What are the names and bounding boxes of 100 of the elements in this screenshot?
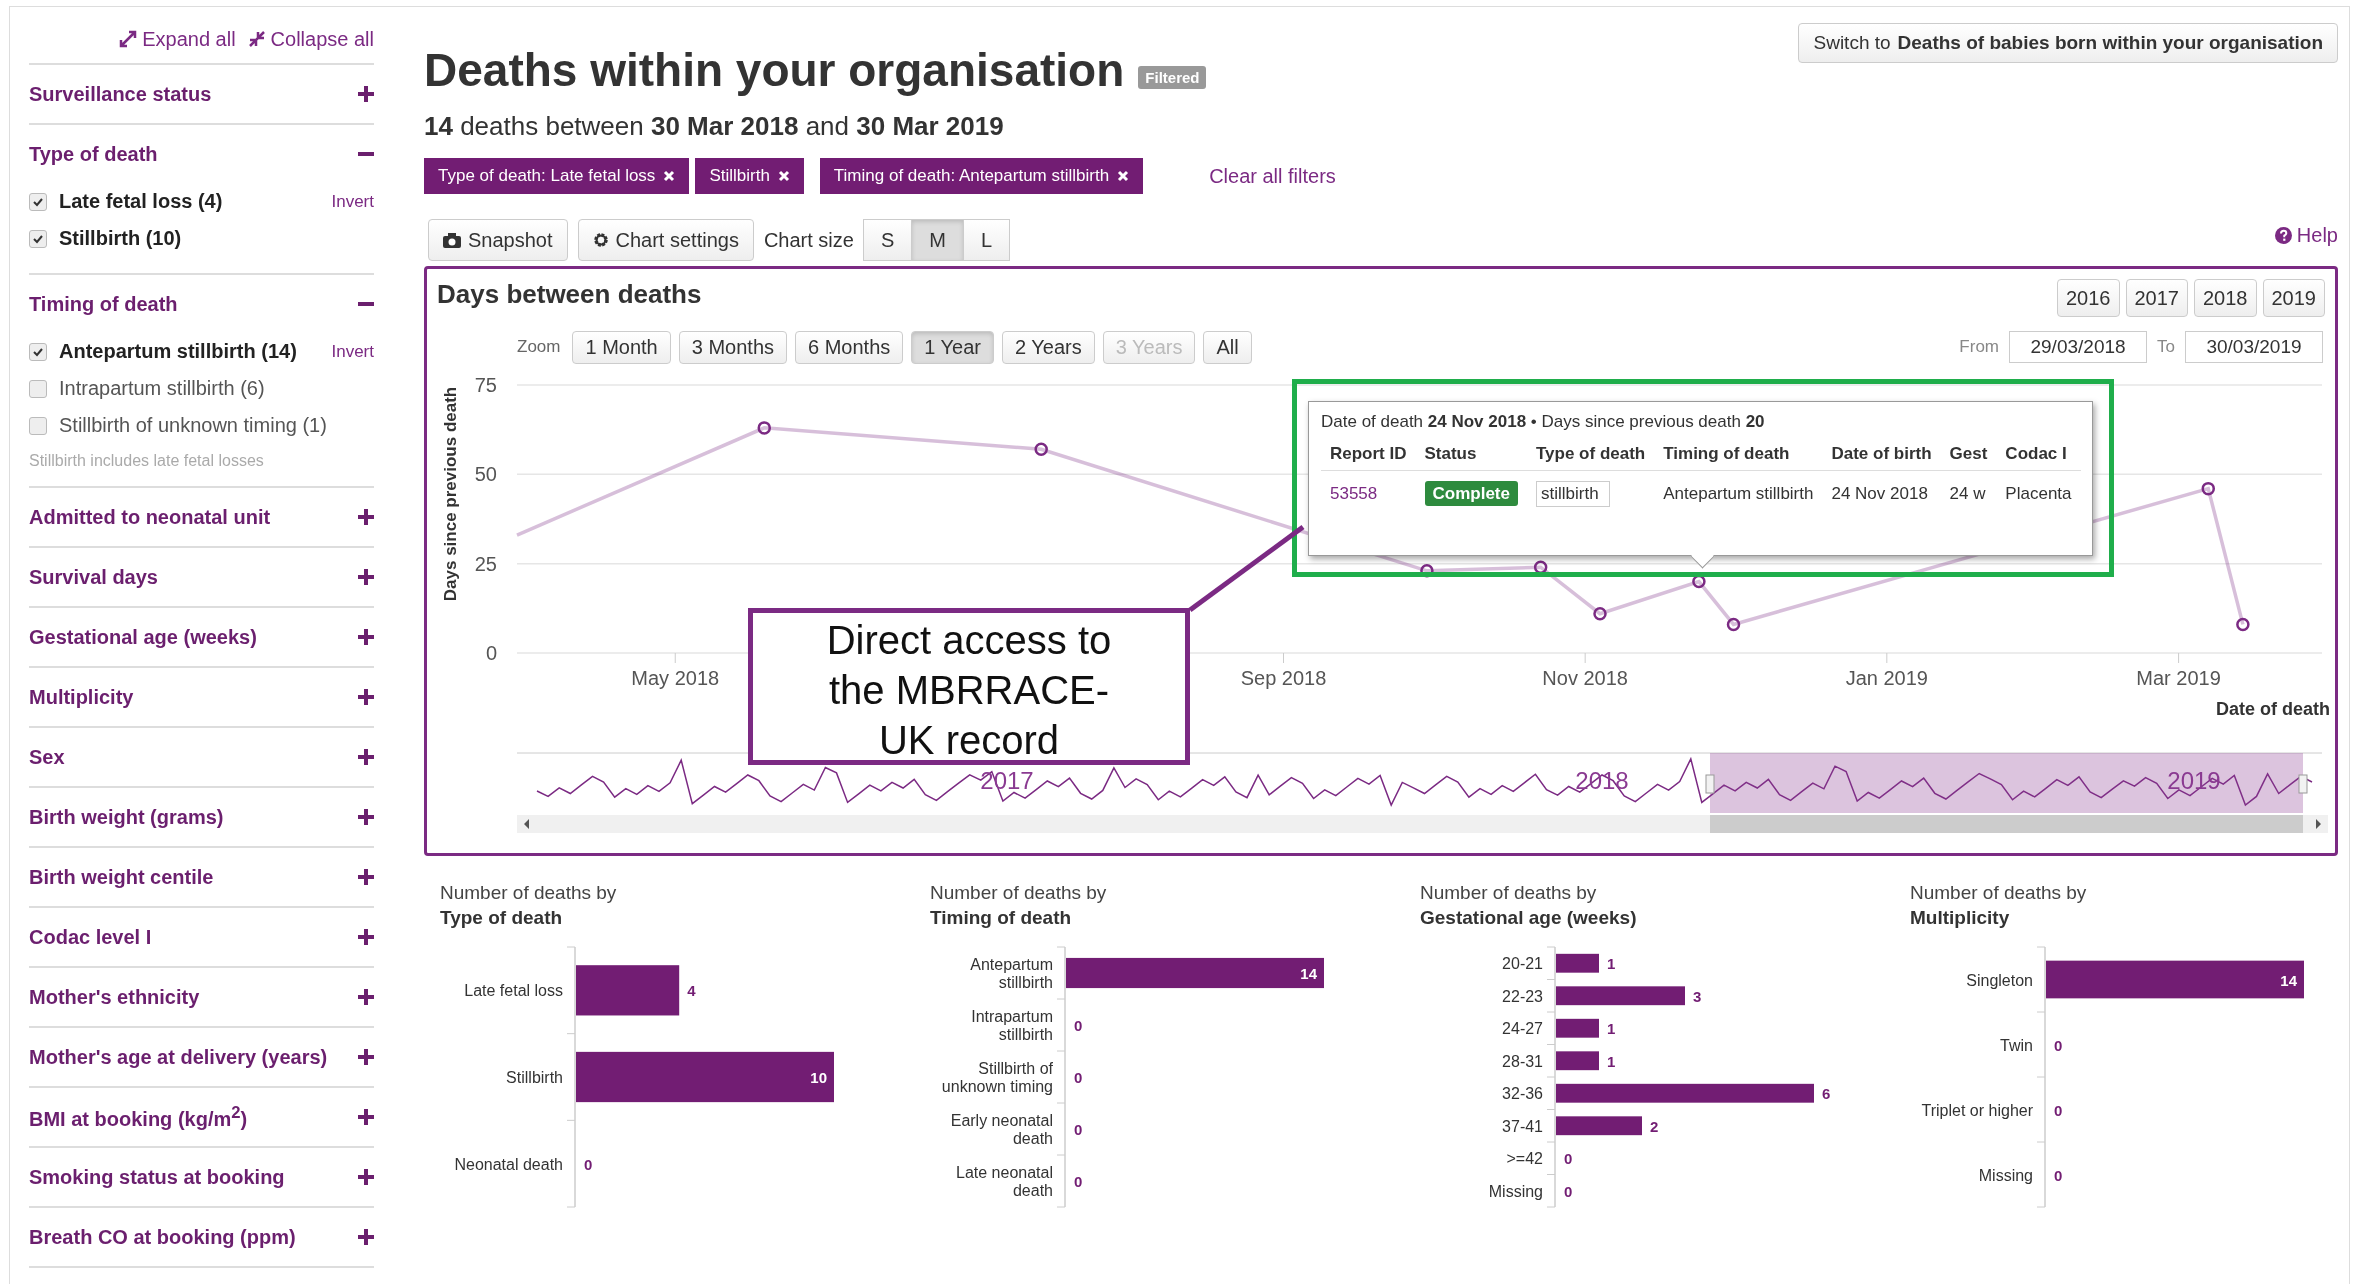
filter-section-title[interactable]: BMI at booking (kg/m$^{2}$) xyxy=(29,1103,248,1131)
category-label: Stillbirth xyxy=(506,1069,563,1086)
expand-arrows-icon xyxy=(119,30,138,48)
invert-link[interactable]: Invert xyxy=(331,191,374,212)
scrollbar[interactable] xyxy=(517,815,2328,833)
filter-chip[interactable]: Timing of death: Antepartum stillbirth xyxy=(819,158,1144,194)
checkbox[interactable] xyxy=(29,379,47,398)
data-point[interactable] xyxy=(1593,606,1607,621)
chart-title: Number of deaths by xyxy=(1910,882,2088,904)
category-label: Missing xyxy=(1488,1182,1543,1200)
camera-icon xyxy=(443,232,461,248)
column-header: Codac I xyxy=(1996,440,2081,471)
zoom-button[interactable]: 6 Months xyxy=(795,330,904,364)
range-handle[interactable] xyxy=(1705,774,1715,794)
plus-icon[interactable] xyxy=(358,1049,374,1065)
help-link[interactable]: Help xyxy=(2274,223,2338,247)
snapshot-button[interactable]: Snapshot xyxy=(428,219,568,261)
category-label: Missing xyxy=(1978,1166,2033,1184)
clear-filters-link[interactable]: Clear all filters xyxy=(1209,164,1336,188)
plus-icon[interactable] xyxy=(358,1229,374,1245)
filter-chip[interactable]: Type of death: Late fetal loss xyxy=(424,158,690,194)
plus-icon[interactable] xyxy=(358,869,374,885)
category-label: Late neonatal death xyxy=(956,1164,1053,1199)
value-label: 0 xyxy=(1074,1173,1083,1190)
x-axis-title: Date of death xyxy=(2216,699,2330,719)
to-date-field[interactable]: 30/03/2019 xyxy=(2185,331,2323,363)
plus-icon[interactable] xyxy=(358,86,374,102)
filter-section-title[interactable]: Birth weight centile xyxy=(29,865,214,889)
from-date-field[interactable]: 29/03/2018 xyxy=(2009,331,2148,363)
y-axis-tick-label: 50 xyxy=(474,463,497,486)
report-id-link[interactable]: 53558 xyxy=(1330,484,1378,503)
bar xyxy=(1556,1051,1599,1071)
filter-section-title[interactable]: Sex xyxy=(29,745,65,769)
data-point[interactable] xyxy=(2236,617,2250,632)
zoom-button[interactable]: 1 Month xyxy=(572,330,671,364)
plus-icon[interactable] xyxy=(358,689,374,705)
checkbox[interactable] xyxy=(29,342,47,361)
plus-icon[interactable] xyxy=(358,989,374,1005)
chart-settings-button[interactable]: Chart settings xyxy=(577,219,754,261)
chart-subtitle: Multiplicity xyxy=(1910,907,2011,929)
filter-section-title[interactable]: Admitted to neonatal unit xyxy=(29,505,271,529)
filter-chip[interactable]: Stillbirth xyxy=(695,158,804,194)
plus-icon[interactable] xyxy=(358,809,374,825)
filter-section-title[interactable]: Mother's ethnicity xyxy=(29,985,200,1009)
data-point[interactable] xyxy=(1692,574,1706,589)
chart-title: Number of deaths by xyxy=(1420,882,1598,904)
data-point[interactable] xyxy=(757,421,771,435)
data-point[interactable] xyxy=(2201,481,2215,496)
filter-section-title[interactable]: Multiplicity xyxy=(29,685,134,709)
year-button[interactable]: 2017 xyxy=(2125,279,2188,317)
size-button[interactable]: M xyxy=(911,219,964,261)
year-button[interactable]: 2018 xyxy=(2194,279,2257,317)
zoom-button[interactable]: 3 Months xyxy=(678,330,787,364)
filter-section-title[interactable]: Birth weight (grams) xyxy=(29,805,224,829)
expand-all-link[interactable]: Expand all xyxy=(119,27,236,51)
filter-section-title[interactable]: Codac level I xyxy=(29,925,152,949)
plus-icon[interactable] xyxy=(358,749,374,765)
column-header: Type of death xyxy=(1526,440,1655,471)
plus-icon[interactable] xyxy=(358,509,374,525)
zoom-button[interactable]: All xyxy=(1203,330,1252,364)
size-button[interactable]: S xyxy=(862,219,913,261)
plus-icon[interactable] xyxy=(358,629,374,645)
filter-section-title[interactable]: Mother's age at delivery (years) xyxy=(29,1045,328,1069)
plus-icon[interactable] xyxy=(358,1109,374,1125)
filter-section-title[interactable]: Gestational age (weeks) xyxy=(29,625,257,649)
option-label: Antepartum stillbirth (14) xyxy=(59,340,298,363)
filter-section-title[interactable]: Breath CO at booking (ppm) xyxy=(29,1225,296,1249)
zoom-button[interactable]: 2 Years xyxy=(1002,330,1095,364)
table-cell: 24 w xyxy=(1940,470,1997,517)
checkbox[interactable] xyxy=(29,229,47,248)
type-field[interactable]: stillbirth xyxy=(1535,481,1610,507)
value-label: 0 xyxy=(584,1155,593,1173)
year-button[interactable]: 2019 xyxy=(2262,279,2325,317)
year-button[interactable]: 2016 xyxy=(2057,279,2120,317)
size-button[interactable]: L xyxy=(962,219,1011,261)
range-handle[interactable] xyxy=(2298,774,2308,794)
from-label: From xyxy=(1959,337,2000,357)
checkbox[interactable] xyxy=(29,192,47,211)
switch-view-button[interactable]: Switch to Deaths of babies born within your organisation xyxy=(1798,23,2338,63)
value-label: 3 xyxy=(1693,987,1702,1005)
data-point[interactable] xyxy=(1533,560,1548,574)
filter-section-title[interactable]: Smoking status at booking xyxy=(29,1165,285,1189)
filter-section-title[interactable]: Type of death xyxy=(29,142,158,166)
navigator-selection[interactable] xyxy=(1710,753,2303,813)
filter-section-title[interactable]: Survival days xyxy=(29,565,158,589)
plus-icon[interactable] xyxy=(358,569,374,585)
invert-link[interactable]: Invert xyxy=(331,341,374,362)
value-label: 0 xyxy=(1074,1017,1083,1034)
checkbox[interactable] xyxy=(29,416,47,435)
y-axis-tick-label: 75 xyxy=(474,374,497,396)
plus-icon[interactable] xyxy=(358,929,374,945)
option-label: Intrapartum stillbirth (6) xyxy=(59,377,266,400)
filter-section-title[interactable]: Timing of death xyxy=(29,292,178,316)
data-point[interactable] xyxy=(1034,442,1048,457)
collapse-all-link[interactable]: Collapse all xyxy=(247,27,374,51)
data-point[interactable] xyxy=(1726,617,1741,632)
x-axis-tick-label: May 2018 xyxy=(631,667,720,689)
filter-section-title[interactable]: Surveillance status xyxy=(29,82,212,106)
zoom-button[interactable]: 1 Year xyxy=(911,330,994,364)
plus-icon[interactable] xyxy=(358,1169,374,1185)
